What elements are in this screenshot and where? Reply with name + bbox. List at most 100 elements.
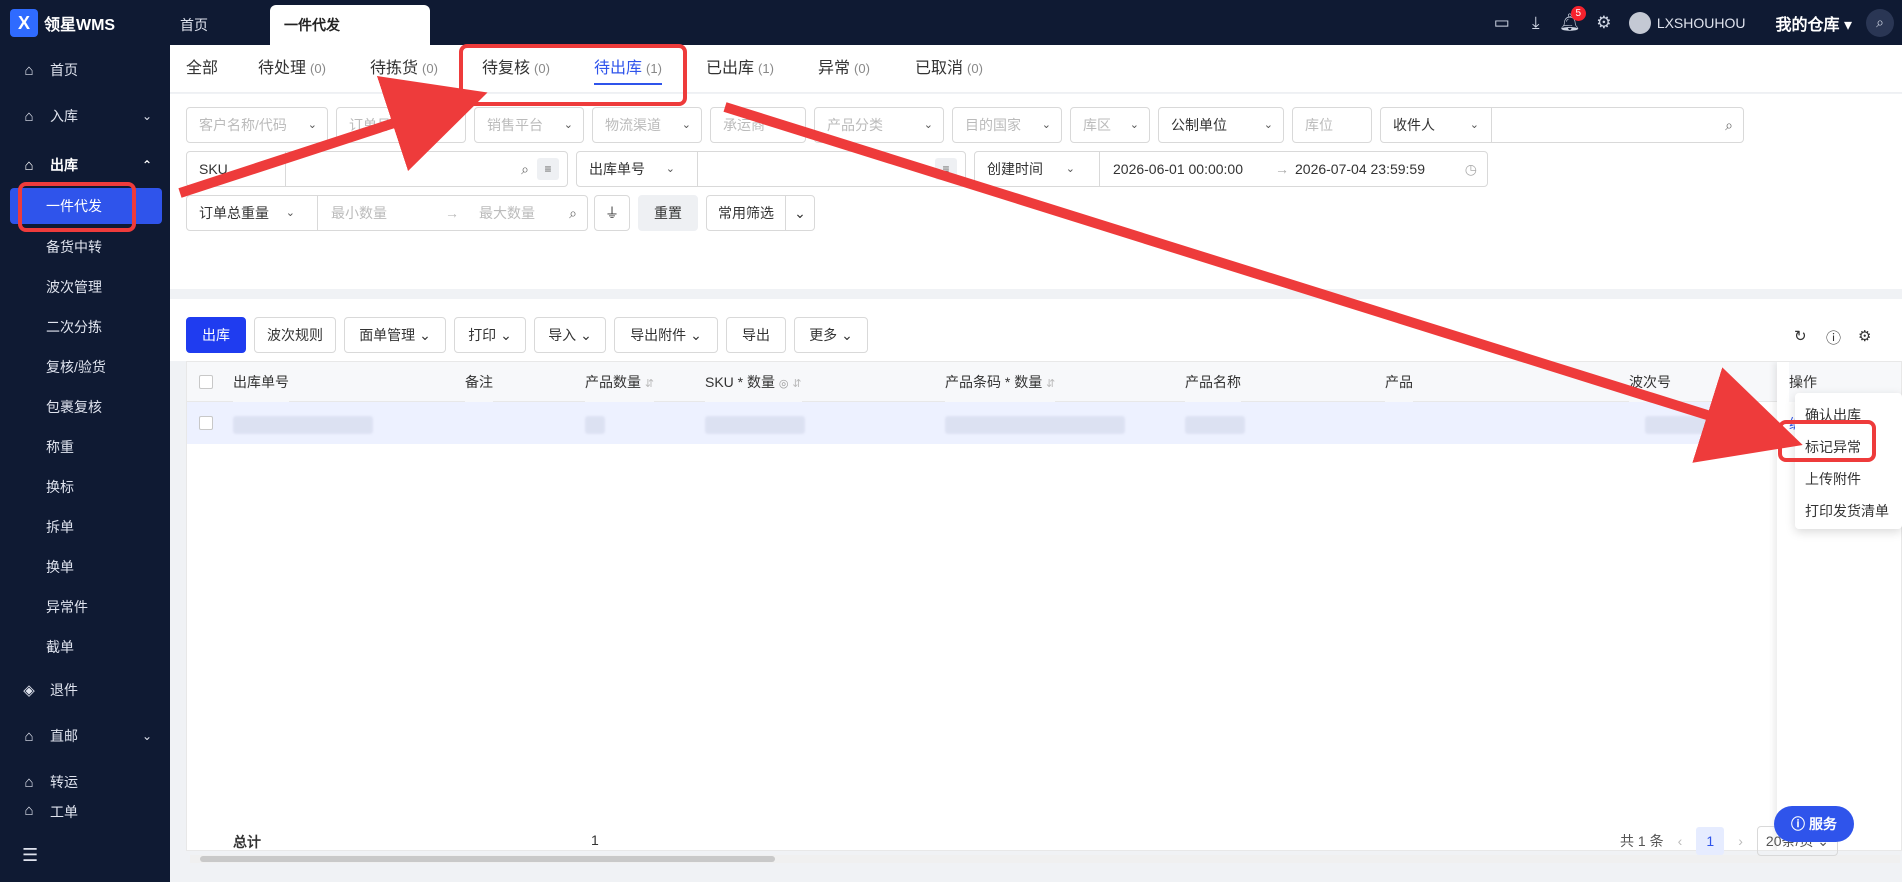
search-icon[interactable]: ⌕: [521, 152, 529, 186]
sidebar-sub-sorting[interactable]: 二次分拣: [0, 309, 170, 345]
divider: [1491, 108, 1492, 142]
download-icon[interactable]: ⤓: [1519, 0, 1553, 45]
col-product[interactable]: 产品: [1385, 362, 1413, 402]
scroll-thumb[interactable]: [200, 856, 775, 862]
sidebar-sub-intercept[interactable]: 截单: [0, 629, 170, 665]
col-barcode-qty[interactable]: 产品条码 * 数量 ⇵: [945, 362, 1056, 402]
col-outbound-no[interactable]: 出库单号: [233, 362, 289, 402]
sort-icon[interactable]: ⇵: [645, 378, 654, 390]
category-placeholder: 产品分类: [827, 117, 883, 133]
col-wave-no[interactable]: 波次号: [1629, 362, 1671, 402]
reset-button[interactable]: 重置: [638, 195, 698, 231]
bell-icon[interactable]: 🔔︎ 5: [1553, 0, 1587, 45]
sort-icon[interactable]: ⇵: [1046, 378, 1055, 390]
search-icon[interactable]: ⌕: [1866, 8, 1894, 37]
country-select[interactable]: 目的国家 ⌄: [952, 107, 1062, 143]
sheet-mgmt-button[interactable]: 面单管理 ⌄: [344, 317, 446, 353]
menu-upload-attachment[interactable]: 上传附件: [1795, 463, 1902, 495]
tab-all[interactable]: 全部: [186, 45, 218, 93]
export-button[interactable]: 导出: [726, 317, 786, 353]
col-sku-qty[interactable]: SKU * 数量 ◎ ⇵: [705, 362, 802, 402]
sidebar-sub-weigh[interactable]: 称重: [0, 429, 170, 465]
tab-cancelled[interactable]: 已取消 (0): [915, 45, 983, 93]
sidebar-item-home[interactable]: ⌂ 首页: [0, 50, 170, 90]
next-page-icon[interactable]: ›: [1738, 833, 1743, 849]
wave-rules-button[interactable]: 波次规则: [254, 317, 336, 353]
column-settings-icon[interactable]: ⚙: [1858, 327, 1871, 345]
max-qty-input[interactable]: 最大数量: [479, 196, 535, 230]
common-filter-dropdown[interactable]: ⌄: [785, 195, 815, 231]
sidebar-sub-relabel[interactable]: 换标: [0, 469, 170, 505]
page-1[interactable]: 1: [1696, 827, 1725, 855]
table-row[interactable]: [187, 402, 1715, 444]
refresh-icon[interactable]: ↻: [1794, 327, 1807, 345]
tab-pending[interactable]: 待处理 (0): [258, 45, 326, 93]
recipient-search[interactable]: 收件人 ⌄ ⌕: [1380, 107, 1744, 143]
common-filter-button[interactable]: 常用筛选: [706, 195, 786, 231]
sidebar-sub-stock-transfer[interactable]: 备货中转: [0, 229, 170, 265]
sidebar-item-returns[interactable]: ◈ 退件: [0, 670, 170, 710]
warehouse-select[interactable]: 我的仓库 ▾: [1776, 11, 1853, 35]
sidebar-sub-swap[interactable]: 换单: [0, 549, 170, 585]
outbound-button[interactable]: 出库: [186, 317, 246, 353]
logo[interactable]: X 领星WMS: [10, 8, 115, 38]
search-icon[interactable]: ⌕: [569, 196, 577, 230]
import-button[interactable]: 导入 ⌄: [534, 317, 606, 353]
batch-input-icon[interactable]: ≡: [935, 158, 957, 180]
min-qty-input[interactable]: 最小数量: [331, 196, 387, 230]
order-select[interactable]: 订单号 ⌄: [336, 107, 466, 143]
menu-print-packing-list[interactable]: 打印发货清单: [1795, 495, 1902, 527]
print-button[interactable]: 打印 ⌄: [454, 317, 526, 353]
outbound-no-search[interactable]: 出库单号 ⌄ ≡: [576, 151, 966, 187]
location-input[interactable]: 库位: [1292, 107, 1372, 143]
sidebar-sub-review[interactable]: 复核/验货: [0, 349, 170, 385]
customer-select[interactable]: 客户名称/代码 ⌄: [186, 107, 328, 143]
collapse-menu-icon[interactable]: ☰: [22, 845, 38, 866]
row-checkbox[interactable]: [199, 416, 213, 430]
col-qty[interactable]: 产品数量 ⇵: [585, 362, 655, 402]
date-from[interactable]: 2026-06-01 00:00:00: [1113, 152, 1243, 186]
user-menu[interactable]: LXSHOUHOU: [1628, 11, 1746, 34]
help-icon[interactable]: ⓘ: [1826, 327, 1841, 348]
sidebar-item-inbound[interactable]: ⌂ 入库 ⌄: [0, 96, 170, 136]
search-icon[interactable]: ⌕: [1725, 108, 1733, 142]
carrier-select[interactable]: 承运商 ⌄: [710, 107, 806, 143]
sidebar-sub-package-review[interactable]: 包裹复核: [0, 389, 170, 425]
col-remark[interactable]: 备注: [465, 362, 493, 402]
sidebar-sub-wave[interactable]: 波次管理: [0, 269, 170, 305]
tab-picking[interactable]: 待拣货 (0): [370, 45, 438, 93]
tab-exception[interactable]: 异常 (0): [818, 45, 870, 93]
sidebar-item-direct[interactable]: ⌂ 直邮 ⌄: [0, 716, 170, 756]
sort-icon[interactable]: ⇵: [792, 378, 801, 390]
tab-shipped[interactable]: 已出库 (1): [706, 45, 774, 93]
inbox-icon[interactable]: ▭: [1485, 0, 1519, 45]
logistics-select[interactable]: 物流渠道 ⌄: [592, 107, 702, 143]
date-to[interactable]: 2026-07-04 23:59:59: [1295, 152, 1425, 186]
export-attach-button[interactable]: 导出附件 ⌄: [614, 317, 718, 353]
sidebar-item-ticket[interactable]: ⌂ 工单: [0, 802, 170, 822]
top-tab-dropship[interactable]: 一件代发: [270, 5, 430, 45]
gear-icon[interactable]: ⚙: [1587, 0, 1621, 45]
tab-count: (0): [967, 61, 983, 76]
zone-select[interactable]: 库区 ⌄: [1070, 107, 1150, 143]
batch-input-icon[interactable]: ≡: [537, 158, 559, 180]
date-range[interactable]: 创建时间 ⌄ 2026-06-01 00:00:00 → 2026-07-04 …: [974, 151, 1488, 187]
select-all-checkbox[interactable]: [199, 375, 213, 389]
sidebar-item-outbound[interactable]: ⌂ 出库 ⌃: [0, 145, 170, 185]
sidebar-sub-exception[interactable]: 异常件: [0, 589, 170, 625]
col-product-name[interactable]: 产品名称: [1185, 362, 1241, 402]
top-tab-home[interactable]: 首页: [180, 5, 208, 45]
weight-filter[interactable]: 订单总重量 ⌄ 最小数量 → 最大数量 ⌕: [186, 195, 588, 231]
category-select[interactable]: 产品分类 ⌄: [814, 107, 944, 143]
prev-page-icon[interactable]: ‹: [1678, 833, 1683, 849]
sku-search[interactable]: SKU ⌕ ≡: [186, 151, 568, 187]
orders-table: 出库单号 备注 产品数量 ⇵ SKU * 数量 ◎ ⇵ 产品条码 * 数量 ⇵ …: [186, 361, 1902, 851]
top-bar: X 领星WMS 首页 一件代发 ▭ ⤓ 🔔︎ 5 ⚙ LXSHOUHOU 我的仓库…: [0, 0, 1902, 45]
sidebar-sub-split[interactable]: 拆单: [0, 509, 170, 545]
more-button[interactable]: 更多 ⌄: [794, 317, 868, 353]
unit-select[interactable]: 公制单位 ⌄: [1158, 107, 1284, 143]
sidebar-item-transfer[interactable]: ⌂ 转运: [0, 762, 170, 802]
filter-config-button[interactable]: ⏚: [594, 195, 630, 231]
platform-select[interactable]: 销售平台 ⌄: [474, 107, 584, 143]
service-button[interactable]: ⓘ 服务: [1774, 806, 1854, 842]
